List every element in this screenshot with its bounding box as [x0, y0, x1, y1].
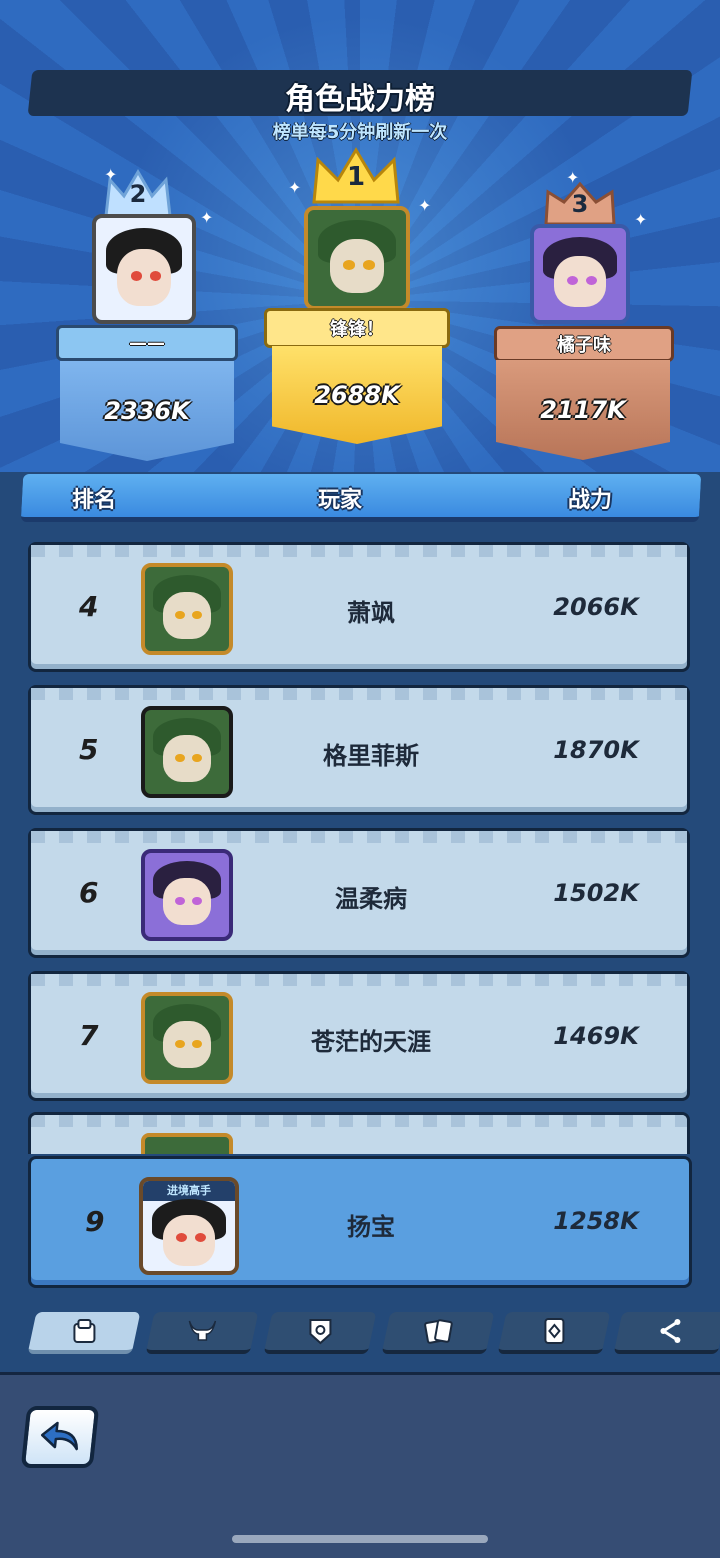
sparkle-icon: ✦ [418, 196, 432, 215]
podium-block: 2117K [496, 360, 670, 460]
player-name: 萧飒 [347, 599, 395, 627]
rank-crown-gold: 1 [308, 146, 404, 208]
power-value: 2336K [104, 397, 190, 425]
power-value: 1258K [553, 1207, 639, 1235]
sparkle-icon: ✦ [104, 165, 118, 184]
podium-block: 2336K [60, 361, 234, 461]
cards-icon [424, 1319, 453, 1344]
rank-number: 6 [79, 876, 99, 909]
power-value: 2066K [553, 593, 639, 621]
character-icon [73, 1319, 96, 1343]
player-avatar[interactable] [530, 224, 630, 324]
player-name: 橘子味 [557, 335, 611, 356]
player-avatar[interactable] [141, 563, 233, 655]
player-avatar[interactable] [92, 214, 196, 324]
player-name: 温柔病 [335, 885, 407, 913]
column-player: 玩家 [318, 488, 363, 513]
title-badge: 进境高手 [143, 1181, 235, 1201]
podium-block: 2688K [272, 346, 442, 444]
player-avatar[interactable] [304, 206, 410, 310]
sparkle-icon: ✦ [200, 208, 214, 227]
rank-crown-bronze: 3 [542, 182, 618, 226]
back-button[interactable] [20, 1406, 100, 1468]
tab-cards[interactable] [381, 1312, 495, 1354]
power-value: 2688K [314, 381, 400, 409]
sparkle-icon: ✦ [566, 168, 580, 187]
bull-horns-icon [188, 1320, 217, 1341]
tab-emblem[interactable] [263, 1312, 377, 1354]
power-value: 1870K [553, 736, 639, 764]
player-avatar[interactable] [141, 706, 233, 798]
page-title: 角色战力榜 [285, 82, 435, 117]
podium-name-plate: 锋锋！ [264, 308, 450, 348]
sparkle-icon: ✦ [288, 178, 302, 197]
podium-name-plate: —— [56, 325, 238, 361]
table-row-partial[interactable] [28, 1112, 690, 1154]
refresh-note: 榜单每5分钟刷新一次 [272, 122, 448, 143]
rank-number: 5 [79, 733, 99, 766]
player-avatar[interactable] [141, 849, 233, 941]
player-avatar[interactable] [141, 992, 233, 1084]
player-name: —— [129, 332, 165, 354]
table-row[interactable]: 7 苍茫的天涯 1469K [28, 971, 690, 1101]
rank-number: 7 [79, 1019, 99, 1052]
column-power: 战力 [568, 488, 613, 513]
column-rank: 排名 [72, 488, 117, 513]
podium-name-plate: 橘子味 [494, 326, 674, 362]
table-row[interactable]: 6 温柔病 1502K [28, 828, 690, 958]
player-name: 苍茫的天涯 [311, 1028, 431, 1056]
card-emblem-icon [544, 1318, 565, 1344]
back-arrow-icon [40, 1421, 78, 1451]
player-name: 格里菲斯 [323, 742, 419, 770]
table-row[interactable]: 5 格里菲斯 1870K [28, 685, 690, 815]
player-name: 扬宝 [347, 1213, 395, 1241]
category-tabs [0, 1298, 720, 1370]
my-rank-row[interactable]: 9 进境高手 扬宝 1258K [28, 1156, 692, 1288]
share-network-icon [660, 1319, 681, 1343]
tab-share[interactable] [613, 1312, 720, 1354]
rank-number: 4 [79, 590, 99, 623]
power-value: 2117K [540, 396, 626, 424]
player-avatar[interactable]: 进境高手 [139, 1177, 239, 1275]
power-value: 1469K [553, 1022, 639, 1050]
player-name: 锋锋！ [330, 319, 384, 340]
bottom-bar [0, 1372, 720, 1558]
sparkle-icon: ✦ [634, 210, 648, 229]
rank-number: 9 [85, 1205, 105, 1238]
home-indicator[interactable] [232, 1535, 488, 1543]
tab-card-emblem[interactable] [497, 1312, 611, 1354]
podium-third[interactable]: 3 橘子味 2117K [490, 182, 676, 468]
shield-badge-icon [309, 1319, 332, 1345]
tab-character[interactable] [27, 1312, 141, 1354]
power-value: 1502K [553, 879, 639, 907]
tab-beast[interactable] [145, 1312, 259, 1354]
table-row[interactable]: 4 萧飒 2066K [28, 542, 690, 672]
